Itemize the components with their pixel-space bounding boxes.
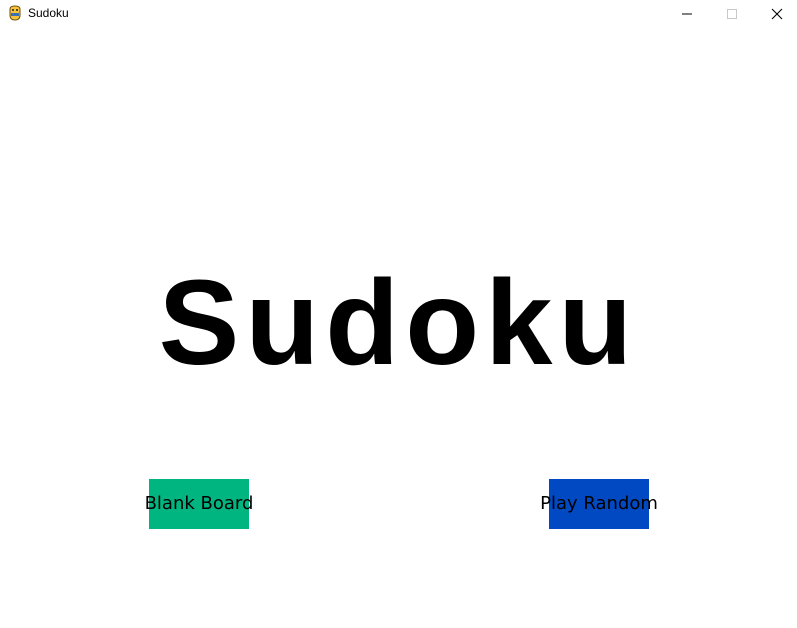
- play-random-button[interactable]: Play Random: [540, 479, 658, 529]
- minimize-icon: [682, 13, 692, 15]
- minimize-button[interactable]: [663, 0, 709, 30]
- blank-board-label: Blank Board: [144, 493, 254, 514]
- title-bar[interactable]: Sudoku: [0, 0, 797, 30]
- app-window: Sudoku Sudoku Blank Board Play Random: [0, 0, 797, 628]
- play-random-label: Play Random: [540, 493, 658, 514]
- close-button[interactable]: [753, 0, 797, 30]
- game-title-heading: Sudoku: [158, 254, 639, 390]
- close-icon: [771, 8, 783, 20]
- app-icon: [7, 5, 23, 21]
- window-title: Sudoku: [28, 6, 69, 20]
- maximize-icon: [727, 9, 737, 19]
- maximize-button[interactable]: [708, 0, 754, 30]
- blank-board-button[interactable]: Blank Board: [145, 479, 253, 529]
